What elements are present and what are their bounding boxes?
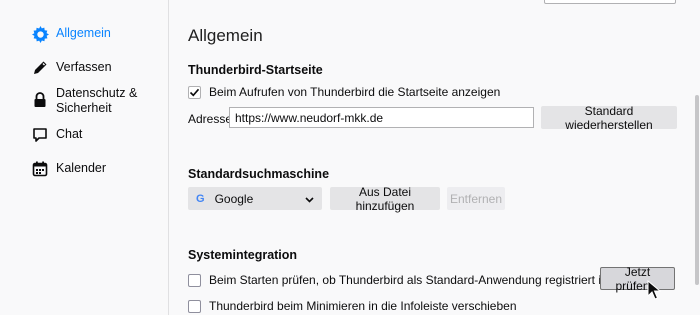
show-startpage-row[interactable]: Beim Aufrufen von Thunderbird die Starts… <box>188 85 500 99</box>
restore-default-button[interactable]: Standard wiederherstellen <box>541 104 677 132</box>
section-title-system: Systemintegration <box>188 248 298 262</box>
gear-icon <box>30 24 50 44</box>
page-title: Allgemein <box>188 26 263 45</box>
minimize-tray-row[interactable]: Thunderbird beim Minimieren in die Infol… <box>188 299 517 313</box>
calendar-icon <box>30 159 50 179</box>
show-startpage-checkbox[interactable] <box>188 85 201 99</box>
minimize-tray-checkbox[interactable] <box>188 299 201 313</box>
check-now-button[interactable]: Jetzt prüfen... <box>600 265 675 293</box>
show-startpage-label: Beim Aufrufen von Thunderbird die Starts… <box>209 85 501 99</box>
remove-engine-button[interactable]: Entfernen <box>447 187 505 210</box>
check-default-checkbox[interactable] <box>188 273 201 287</box>
add-from-file-button[interactable]: Aus Datei hinzufügen <box>330 185 440 213</box>
checkmark-icon <box>189 88 200 96</box>
scrollbar[interactable] <box>694 0 700 315</box>
lock-icon <box>30 90 50 110</box>
sidebar-item-kalender[interactable]: Kalender <box>30 159 106 179</box>
search-engine-selected: Google <box>214 191 254 206</box>
scrollbar-thumb[interactable] <box>695 95 699 285</box>
google-icon: G <box>196 192 205 205</box>
search-engine-dropdown[interactable]: G Google <box>188 187 322 210</box>
sidebar-item-label: Verfassen <box>56 60 112 74</box>
search-preferences-input[interactable] <box>544 0 676 4</box>
check-default-row[interactable]: Beim Starten prüfen, ob Thunderbird als … <box>188 273 610 287</box>
address-input[interactable] <box>229 107 534 128</box>
sidebar-item-label: Kalender <box>56 161 107 175</box>
sidebar-item-chat[interactable]: Chat <box>30 125 82 145</box>
sidebar: Allgemein Verfassen Datenschutz & Sicher… <box>0 0 169 315</box>
preferences-pane: Allgemein Thunderbird-Startseite Beim Au… <box>169 0 700 315</box>
chat-bubble-icon <box>30 125 50 145</box>
section-title-startpage: Thunderbird-Startseite <box>188 63 323 77</box>
sidebar-item-label: Datenschutz & Sicherheit <box>56 86 138 115</box>
pencil-icon <box>30 58 50 78</box>
sidebar-item-verfassen[interactable]: Verfassen <box>30 58 112 78</box>
minimize-tray-label: Thunderbird beim Minimieren in die Infol… <box>209 299 517 313</box>
sidebar-item-datenschutz[interactable]: Datenschutz & Sicherheit <box>30 84 137 116</box>
sidebar-item-label: Allgemein <box>56 26 111 40</box>
chevron-down-icon <box>305 192 314 206</box>
mouse-cursor-icon <box>647 280 661 300</box>
sidebar-item-allgemein[interactable]: Allgemein <box>30 24 111 44</box>
check-default-label: Beim Starten prüfen, ob Thunderbird als … <box>209 273 611 287</box>
section-title-search: Standardsuchmaschine <box>188 167 330 181</box>
sidebar-item-label: Chat <box>56 127 83 141</box>
